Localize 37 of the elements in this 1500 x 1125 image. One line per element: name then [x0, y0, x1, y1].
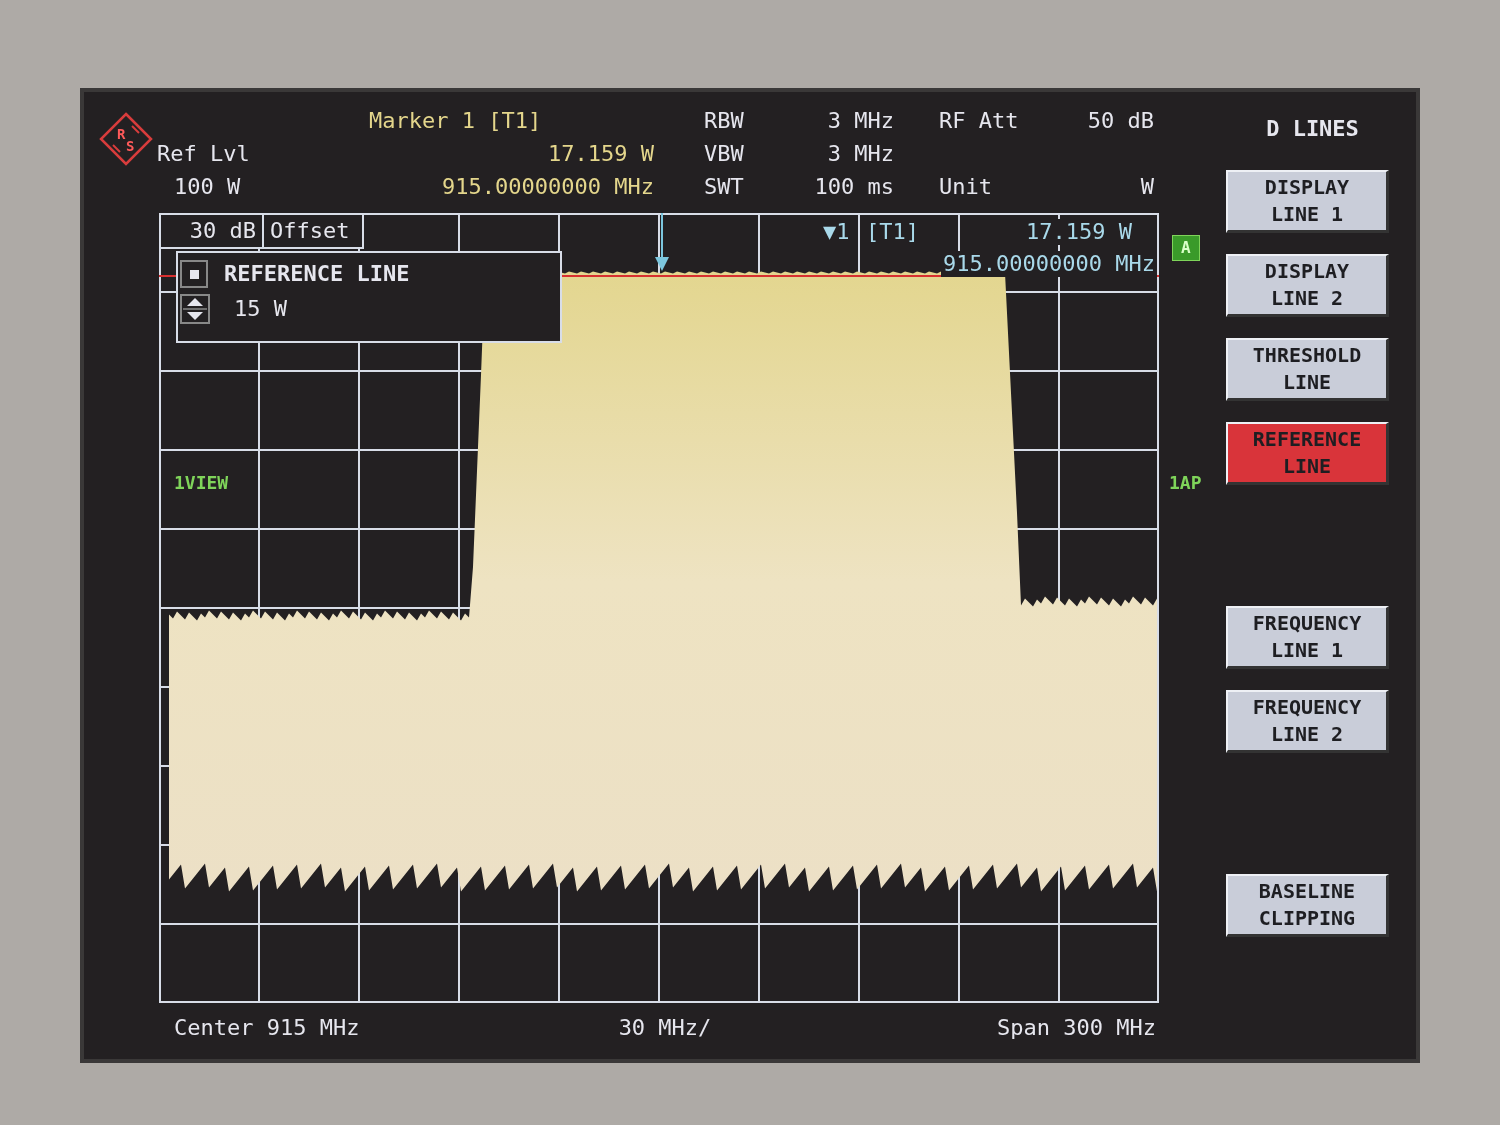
- trace-badge: A: [1172, 235, 1200, 261]
- setting-label: RF Att: [939, 107, 1020, 135]
- setting-label: SWT: [704, 173, 745, 201]
- ref-level-label: Ref Lvl: [157, 140, 251, 168]
- softkey[interactable]: THRESHOLD LINE: [1226, 338, 1389, 401]
- offset-cell: 30 dB: [159, 213, 264, 249]
- center-frequency: Center 915 MHz: [174, 1014, 361, 1042]
- setting-value: W: [1139, 173, 1154, 201]
- spin-arrows-icon[interactable]: [180, 293, 210, 324]
- span-per-division: 30 MHz/: [617, 1014, 713, 1042]
- setting-label: VBW: [704, 140, 745, 168]
- marker-frequency: 915.00000000 MHz: [441, 173, 654, 201]
- setting-label: Unit: [939, 173, 993, 201]
- marker-arrow: [655, 213, 669, 271]
- softkey[interactable]: FREQUENCY LINE 2: [1226, 690, 1389, 753]
- marker-title: Marker 1 [T1]: [368, 107, 543, 135]
- square-icon: [180, 259, 208, 288]
- setting-value: 50 dB: [1086, 107, 1154, 135]
- offset-cell: Offset: [264, 213, 364, 249]
- setting-value: 3 MHz: [826, 140, 894, 168]
- softkey[interactable]: DISPLAY LINE 2: [1226, 254, 1389, 317]
- softkey[interactable]: BASELINE CLIPPING: [1226, 874, 1389, 937]
- softkey[interactable]: FREQUENCY LINE 1: [1226, 606, 1389, 669]
- marker-frequency: 915.00000000 MHz: [941, 251, 1157, 277]
- softkey[interactable]: DISPLAY LINE 1: [1226, 170, 1389, 233]
- setting-value: 100 ms: [813, 173, 894, 201]
- ref-level-value: 100 W: [173, 173, 242, 201]
- logo-icon: R S: [99, 112, 153, 166]
- reference-level-value[interactable]: 15 W: [234, 292, 287, 325]
- setting-value: 3 MHz: [826, 107, 894, 135]
- span-width: Span 300 MHz: [996, 1014, 1156, 1042]
- marker-reading: 17.159 W: [547, 140, 654, 168]
- dialog-title: REFERENCE LINE: [224, 260, 410, 288]
- softkey[interactable]: REFERENCE LINE: [1226, 422, 1389, 485]
- setting-label: RBW: [704, 107, 745, 135]
- menu-title: D LINES: [1265, 115, 1360, 143]
- trace-label: 1AP: [1169, 471, 1202, 495]
